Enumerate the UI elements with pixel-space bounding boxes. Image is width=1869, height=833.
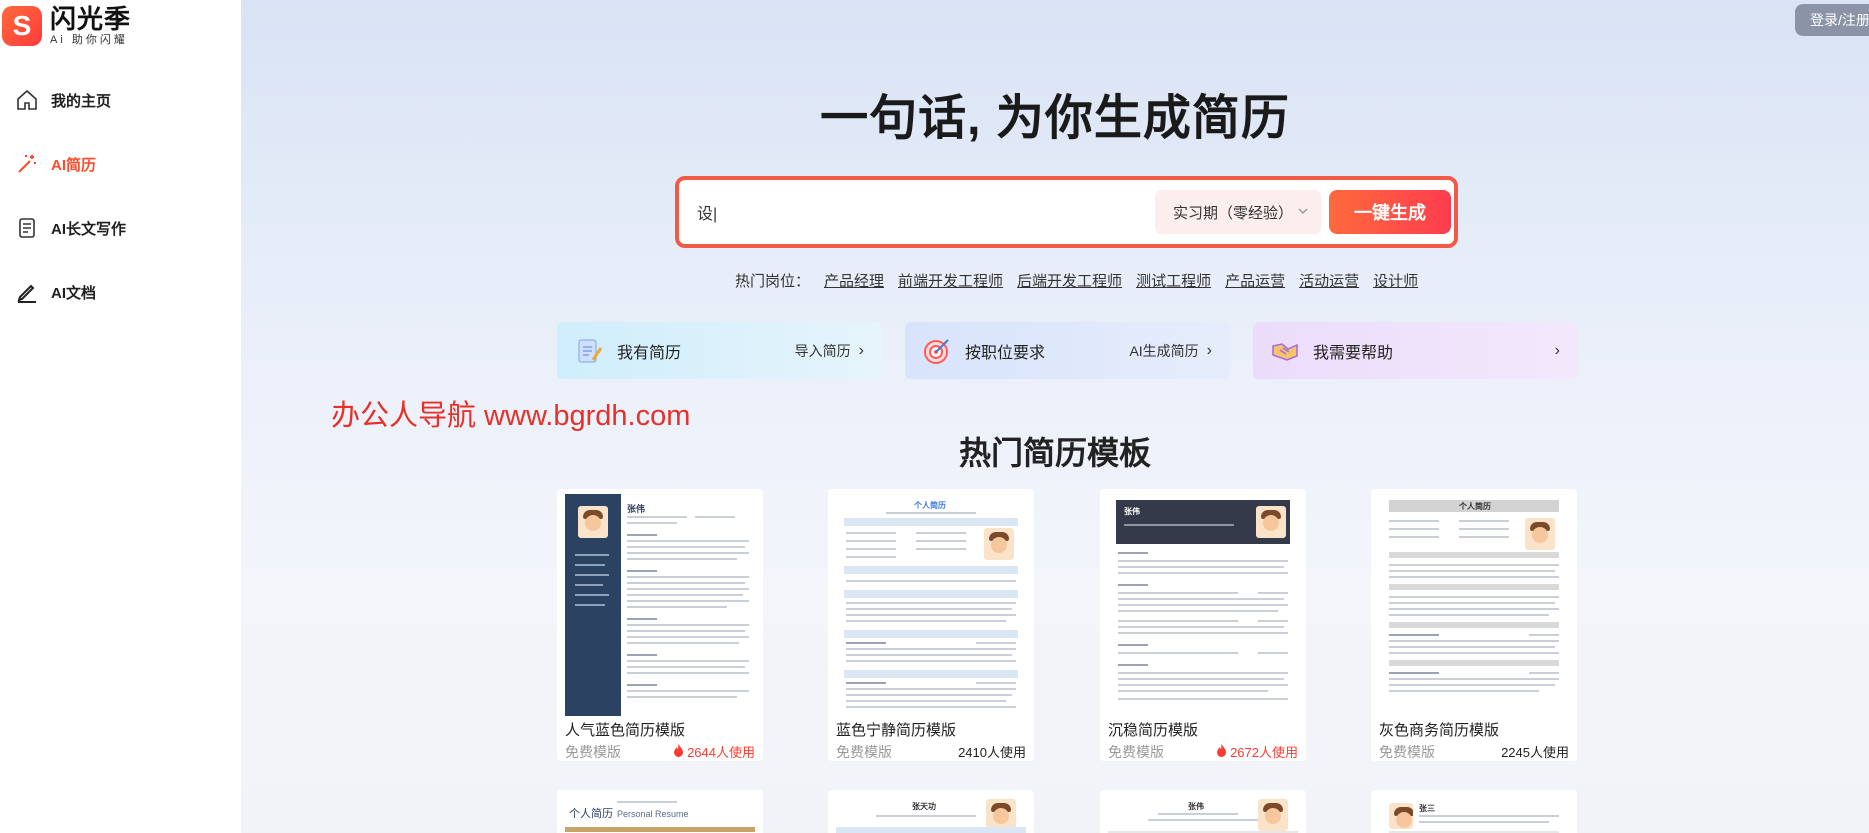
job-requirement-card[interactable]: 按职位要求 AI生成简历 ›: [905, 322, 1230, 379]
action-title: 按职位要求: [965, 344, 1046, 362]
template-name: 人气蓝色简历模版: [565, 722, 686, 739]
target-icon: [921, 335, 953, 367]
flame-icon: [1216, 743, 1227, 760]
handshake-icon: [1269, 335, 1301, 367]
thumb-name: 张伟: [1124, 507, 1140, 516]
sidebar-item-ai-doc[interactable]: AI文档: [0, 260, 241, 324]
template-uses-count: 2644人使用: [687, 745, 755, 760]
template-card[interactable]: 张伟 人气蓝色简历模版 免费模版 2644人使用: [557, 489, 763, 761]
stage-select-value: 实习期（零经验）: [1173, 204, 1294, 222]
template-name: 灰色商务简历模版: [1379, 722, 1500, 739]
action-title: 我需要帮助: [1313, 344, 1394, 362]
templates-section-title: 热门简历模板: [958, 435, 1151, 471]
thumb-title: 个人简历: [914, 501, 946, 510]
login-register-button[interactable]: 登录/注册: [1795, 4, 1869, 36]
template-thumbnail: 个人简历 Personal Resume: [565, 795, 755, 833]
chevron-down-icon: [1297, 204, 1309, 221]
pen-icon: [14, 279, 40, 305]
template-card[interactable]: 个人简历 蓝色宁静简历模版 免费模版 2410人使用: [828, 489, 1034, 761]
sidebar-item-label: 我的主页: [51, 92, 112, 110]
thumb-title: 张伟: [1188, 802, 1204, 811]
template-uses: 2410人使用: [958, 742, 1026, 761]
hot-job-link[interactable]: 后端开发工程师: [1017, 270, 1122, 291]
hot-job-link[interactable]: 前端开发工程师: [898, 270, 1003, 291]
template-free-label: 免费模版: [1379, 744, 1435, 760]
page-title: 一句话, 为你生成简历: [820, 92, 1290, 145]
template-uses: 2245人使用: [1501, 742, 1569, 761]
template-thumbnail: 个人简历: [836, 494, 1026, 716]
sidebar-item-label: AI简历: [51, 156, 97, 174]
template-card[interactable]: 个人简历 Personal Resume: [557, 790, 763, 833]
home-icon: [14, 87, 40, 113]
sidebar-item-label: AI长文写作: [51, 220, 127, 238]
template-uses-count: 2410人使用: [958, 745, 1026, 760]
import-resume-card[interactable]: 我有简历 导入简历 ›: [557, 322, 882, 379]
flame-icon: [673, 743, 684, 760]
template-card[interactable]: 张伟: [1100, 790, 1306, 833]
brand-slogan: Ai 助你闪耀: [50, 34, 128, 46]
generate-button[interactable]: 一键生成: [1329, 190, 1451, 234]
clipboard-pen-icon: [573, 335, 605, 367]
resume-prompt-input[interactable]: [697, 194, 1117, 230]
brand-text: 闪光季 Ai 助你闪耀: [50, 5, 131, 47]
template-thumbnail: 个人简历: [1379, 494, 1569, 716]
hot-jobs-label: 热门岗位：: [735, 273, 811, 290]
thumb-name: 张伟: [627, 504, 646, 514]
brand-name: 闪光季: [50, 4, 132, 34]
action-sub: AI生成简历: [1129, 342, 1199, 359]
hot-job-link[interactable]: 设计师: [1373, 270, 1418, 291]
template-thumbnail: 张伟: [1108, 494, 1298, 716]
thumb-title: 个人简历: [1459, 502, 1491, 511]
hot-job-link[interactable]: 产品经理: [824, 270, 884, 291]
magic-wand-icon: [14, 151, 40, 177]
thumb-subtitle: Personal Resume: [617, 809, 689, 819]
chevron-right-icon: ›: [858, 341, 864, 359]
template-uses-count: 2672人使用: [1230, 745, 1298, 760]
sidebar-item-ai-resume[interactable]: AI简历: [0, 132, 241, 196]
hot-job-link[interactable]: 活动运营: [1299, 270, 1359, 291]
template-free-label: 免费模版: [836, 744, 892, 760]
thumb-title: 张三: [1419, 804, 1435, 813]
hot-jobs: 热门岗位： 产品经理 前端开发工程师 后端开发工程师 测试工程师 产品运营 活动…: [735, 270, 1432, 291]
experience-stage-select[interactable]: 实习期（零经验）: [1155, 190, 1321, 234]
sidebar-nav: 我的主页 AI简历 AI长文写作 AI文档: [0, 68, 241, 324]
sidebar: S 闪光季 Ai 助你闪耀 我的主页 AI简历 AI长文写作 AI文档: [0, 0, 241, 833]
template-thumbnail: 张伟: [1108, 795, 1298, 833]
sidebar-item-home[interactable]: 我的主页: [0, 68, 241, 132]
brand-logo[interactable]: S 闪光季 Ai 助你闪耀: [2, 5, 131, 47]
template-card[interactable]: 张三: [1371, 790, 1577, 833]
chevron-right-icon: ›: [1554, 341, 1560, 359]
template-name: 蓝色宁静简历模版: [836, 722, 957, 739]
document-list-icon: [14, 215, 40, 241]
template-free-label: 免费模版: [1108, 744, 1164, 760]
hot-job-link[interactable]: 产品运营: [1225, 270, 1285, 291]
sidebar-item-ai-longform[interactable]: AI长文写作: [0, 196, 241, 260]
template-card[interactable]: 张天功: [828, 790, 1034, 833]
template-thumbnail: 张三: [1379, 795, 1569, 833]
hot-job-link[interactable]: 测试工程师: [1136, 270, 1211, 291]
template-thumbnail: 张伟: [565, 494, 755, 716]
thumb-title: 个人简历: [569, 808, 613, 820]
action-sub: 导入简历: [794, 342, 851, 359]
template-uses-count: 2245人使用: [1501, 745, 1569, 760]
template-uses: 2672人使用: [1216, 742, 1298, 761]
template-card[interactable]: 张伟 沉稳简历模版 免费模版 2672人使用: [1100, 489, 1306, 761]
chevron-right-icon: ›: [1206, 341, 1212, 359]
template-thumbnail: 张天功: [836, 795, 1026, 833]
resume-prompt-box: 实习期（零经验） 一键生成: [675, 176, 1458, 248]
template-card[interactable]: 个人简历 灰色商务简历模版 免费模版 2245人使用: [1371, 489, 1577, 761]
sidebar-item-label: AI文档: [51, 284, 97, 302]
template-uses: 2644人使用: [673, 742, 755, 761]
thumb-title: 张天功: [912, 802, 936, 811]
action-title: 我有简历: [617, 344, 682, 362]
need-help-card[interactable]: 我需要帮助 ›: [1253, 322, 1578, 379]
template-free-label: 免费模版: [565, 744, 621, 760]
logo-mark-icon: S: [2, 6, 42, 46]
template-name: 沉稳简历模版: [1108, 722, 1199, 739]
